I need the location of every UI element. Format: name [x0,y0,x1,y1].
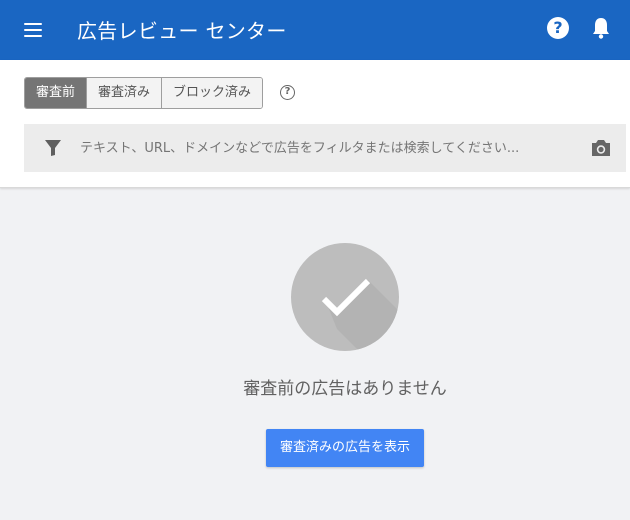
review-status-tabs: 審査前 審査済み ブロック済み [24,77,264,109]
tab-blocked[interactable]: ブロック済み [162,78,263,108]
search-input[interactable] [80,124,580,172]
page-title: 広告レビュー センター [77,19,287,43]
bell-icon[interactable] [590,16,612,40]
tab-reviewed[interactable]: 審査済み [87,78,163,108]
show-reviewed-ads-button[interactable]: 審査済みの広告を表示 [266,429,424,467]
info-icon[interactable]: ? [280,85,295,100]
search-bar [24,124,626,172]
camera-icon[interactable] [590,138,612,158]
empty-state-message: 審査前の広告はありません [243,379,447,399]
tab-pending-review[interactable]: 審査前 [25,78,88,108]
menu-icon[interactable] [22,19,44,41]
filter-icon[interactable] [44,139,62,157]
filter-panel: 審査前 審査済み ブロック済み ? [0,60,630,188]
app-header: 広告レビュー センター ? [0,0,630,60]
checkmark-icon [291,243,399,351]
help-icon[interactable]: ? [547,17,569,39]
